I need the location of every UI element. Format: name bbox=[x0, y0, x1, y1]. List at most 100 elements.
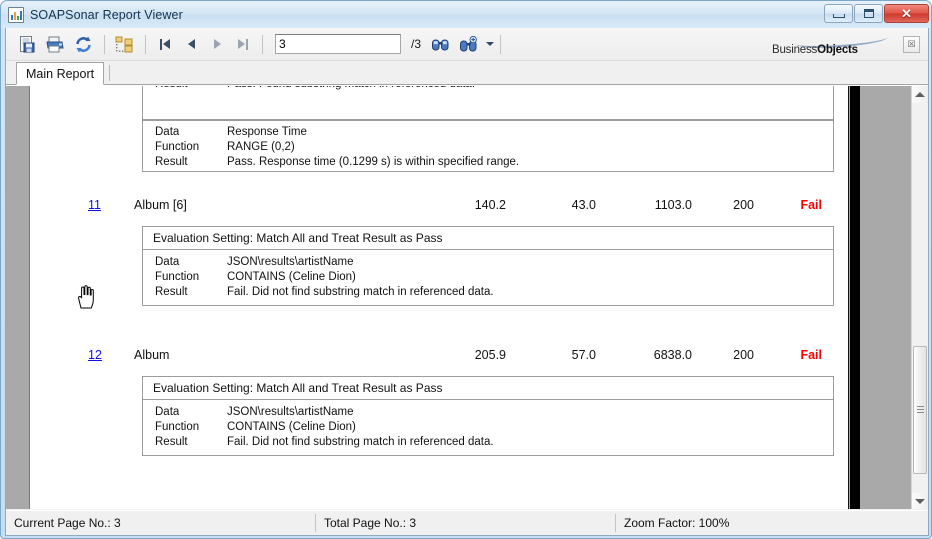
detail-row: Function CONTAINS (Celine Dion) bbox=[143, 270, 833, 285]
detail-row: Data Response Time bbox=[143, 125, 833, 140]
row-index-link[interactable]: 11 bbox=[88, 198, 101, 212]
title-bar[interactable]: SOAPSonar Report Viewer ✕ bbox=[1, 1, 931, 28]
go-to-last-page-icon bbox=[238, 39, 245, 49]
detail-box-response-time: Data Response Time Function RANGE (0,2) … bbox=[142, 120, 834, 172]
detail-row: Result Pass. Response time (0.1299 s) is… bbox=[143, 155, 833, 170]
go-to-previous-page-button[interactable] bbox=[178, 32, 204, 56]
evaluation-setting-header: Evaluation Setting: Match All and Treat … bbox=[143, 377, 833, 400]
close-report-panel-button[interactable]: ☒ bbox=[903, 36, 920, 53]
evaluation-setting-header: Evaluation Setting: Match All and Treat … bbox=[143, 227, 833, 250]
row-col3: 1103.0 bbox=[654, 198, 692, 212]
row-col3: 6838.0 bbox=[653, 348, 692, 362]
detail-key: Function bbox=[155, 271, 200, 283]
find-text-button[interactable] bbox=[427, 31, 453, 57]
detail-key: Result bbox=[155, 286, 188, 298]
current-page-status: Current Page No.: 3 bbox=[6, 514, 316, 532]
row-name: Album bbox=[134, 348, 170, 362]
evaluation-box: Evaluation Setting: Match All and Treat … bbox=[142, 226, 834, 306]
find-next-icon bbox=[459, 35, 477, 51]
report-chart-icon bbox=[8, 6, 24, 23]
refresh-icon bbox=[75, 36, 91, 52]
scroll-down-icon bbox=[915, 499, 925, 504]
total-page-count-label: /3 bbox=[411, 37, 422, 51]
detail-key: Result bbox=[155, 436, 188, 448]
detail-key: Result bbox=[155, 86, 227, 92]
go-to-first-page-button[interactable] bbox=[152, 32, 178, 56]
row-col4: 200 bbox=[733, 198, 754, 212]
status-bar: Current Page No.: 3 Total Page No.: 3 Zo… bbox=[6, 510, 928, 535]
zoom-factor-status: Zoom Factor: 100% bbox=[624, 516, 730, 530]
detail-row: Result Fail. Did not find substring matc… bbox=[143, 435, 833, 450]
export-report-icon bbox=[19, 35, 34, 52]
window-title: SOAPSonar Report Viewer bbox=[30, 7, 183, 22]
toggle-group-tree-button[interactable] bbox=[111, 31, 137, 57]
detail-key: Function bbox=[155, 141, 200, 153]
minimize-button[interactable] bbox=[824, 4, 853, 23]
refresh-button[interactable] bbox=[70, 31, 96, 57]
toolbar-separator-3 bbox=[262, 34, 263, 54]
print-button[interactable] bbox=[42, 31, 68, 57]
go-to-last-page-button[interactable] bbox=[230, 32, 256, 56]
detail-key: Data bbox=[155, 256, 180, 268]
table-row: 12 Album 205.9 57.0 6838.0 200 Fail bbox=[30, 348, 848, 368]
row-col2: 57.0 bbox=[571, 348, 596, 362]
close-button[interactable]: ✕ bbox=[884, 4, 929, 23]
vertical-scrollbar[interactable] bbox=[911, 86, 928, 509]
find-text-icon bbox=[431, 39, 449, 50]
go-to-next-page-button[interactable] bbox=[204, 32, 230, 56]
row-col1: 205.9 bbox=[474, 348, 506, 362]
detail-value: JSON\results\artistName bbox=[227, 406, 354, 418]
print-icon bbox=[46, 36, 64, 52]
close-panel-icon: ☒ bbox=[907, 39, 916, 49]
detail-row: Result Fail. Did not find substring matc… bbox=[143, 285, 833, 300]
tab-main-report-label: Main Report bbox=[26, 66, 95, 81]
row-col2: 43.0 bbox=[571, 198, 596, 212]
export-report-button[interactable] bbox=[14, 31, 40, 57]
detail-value: JSON\results\artistName bbox=[227, 256, 354, 268]
report-viewport[interactable]: Function CONTAINS (SERLERO) Result Pass.… bbox=[6, 85, 928, 509]
toggle-group-tree-icon bbox=[115, 36, 132, 52]
row-col1: 140.2 bbox=[474, 198, 506, 212]
toolbar-separator-4 bbox=[500, 34, 502, 54]
row-index-link[interactable]: 12 bbox=[88, 348, 102, 362]
find-next-button[interactable] bbox=[455, 31, 481, 57]
go-to-first-page-icon bbox=[160, 38, 162, 50]
tab-main-report[interactable]: Main Report bbox=[16, 62, 105, 85]
detail-key: Result bbox=[155, 156, 188, 168]
maximize-icon bbox=[863, 9, 874, 18]
detail-row: Function RANGE (0,2) bbox=[143, 140, 833, 155]
logo-text: BusinessObjects bbox=[772, 44, 858, 56]
report-viewer-window: SOAPSonar Report Viewer ✕ 3 /3 BusinessO… bbox=[0, 0, 932, 539]
close-icon: ✕ bbox=[901, 6, 912, 21]
detail-value: CONTAINS (Celine Dion) bbox=[227, 271, 356, 283]
detail-row: Data JSON\results\artistName bbox=[143, 405, 833, 420]
table-row: 11 Album [6] 140.2 43.0 1103.0 200 Fail bbox=[30, 198, 848, 218]
detail-row: Function CONTAINS (Celine Dion) bbox=[143, 420, 833, 435]
scroll-down-button[interactable] bbox=[912, 493, 928, 509]
businessobjects-logo: BusinessObjects bbox=[772, 31, 892, 56]
status-badge: Fail bbox=[800, 348, 822, 362]
detail-row: Data JSON\results\artistName bbox=[143, 255, 833, 270]
detail-row: Result Pass. Found substring match in re… bbox=[143, 86, 833, 92]
tab-strip-divider bbox=[109, 65, 111, 81]
client-area: /3 bbox=[5, 28, 929, 536]
minimize-icon bbox=[832, 14, 845, 18]
page-number-input[interactable] bbox=[275, 34, 401, 54]
row-col4: 200 bbox=[733, 348, 754, 362]
scrollbar-grip-icon bbox=[917, 406, 924, 414]
detail-key: Data bbox=[155, 126, 180, 138]
report-tab-strip: Main Report bbox=[6, 61, 928, 85]
scrollbar-thumb[interactable] bbox=[913, 346, 927, 474]
maximize-button[interactable] bbox=[854, 4, 883, 23]
row-name: Album [6] bbox=[134, 198, 187, 212]
go-to-previous-page-icon bbox=[187, 39, 195, 49]
detail-key: Data bbox=[155, 406, 180, 418]
report-page-sheet: Function CONTAINS (SERLERO) Result Pass.… bbox=[29, 86, 849, 509]
find-options-dropdown-arrow-icon[interactable] bbox=[486, 42, 495, 46]
report-toolbar: /3 bbox=[6, 28, 928, 61]
detail-value: Pass. Found substring match in reference… bbox=[227, 86, 833, 92]
detail-key: Function bbox=[155, 421, 200, 433]
go-to-next-page-icon bbox=[213, 39, 221, 49]
scroll-up-button[interactable] bbox=[912, 86, 928, 103]
detail-value: RANGE (0,2) bbox=[227, 141, 295, 153]
